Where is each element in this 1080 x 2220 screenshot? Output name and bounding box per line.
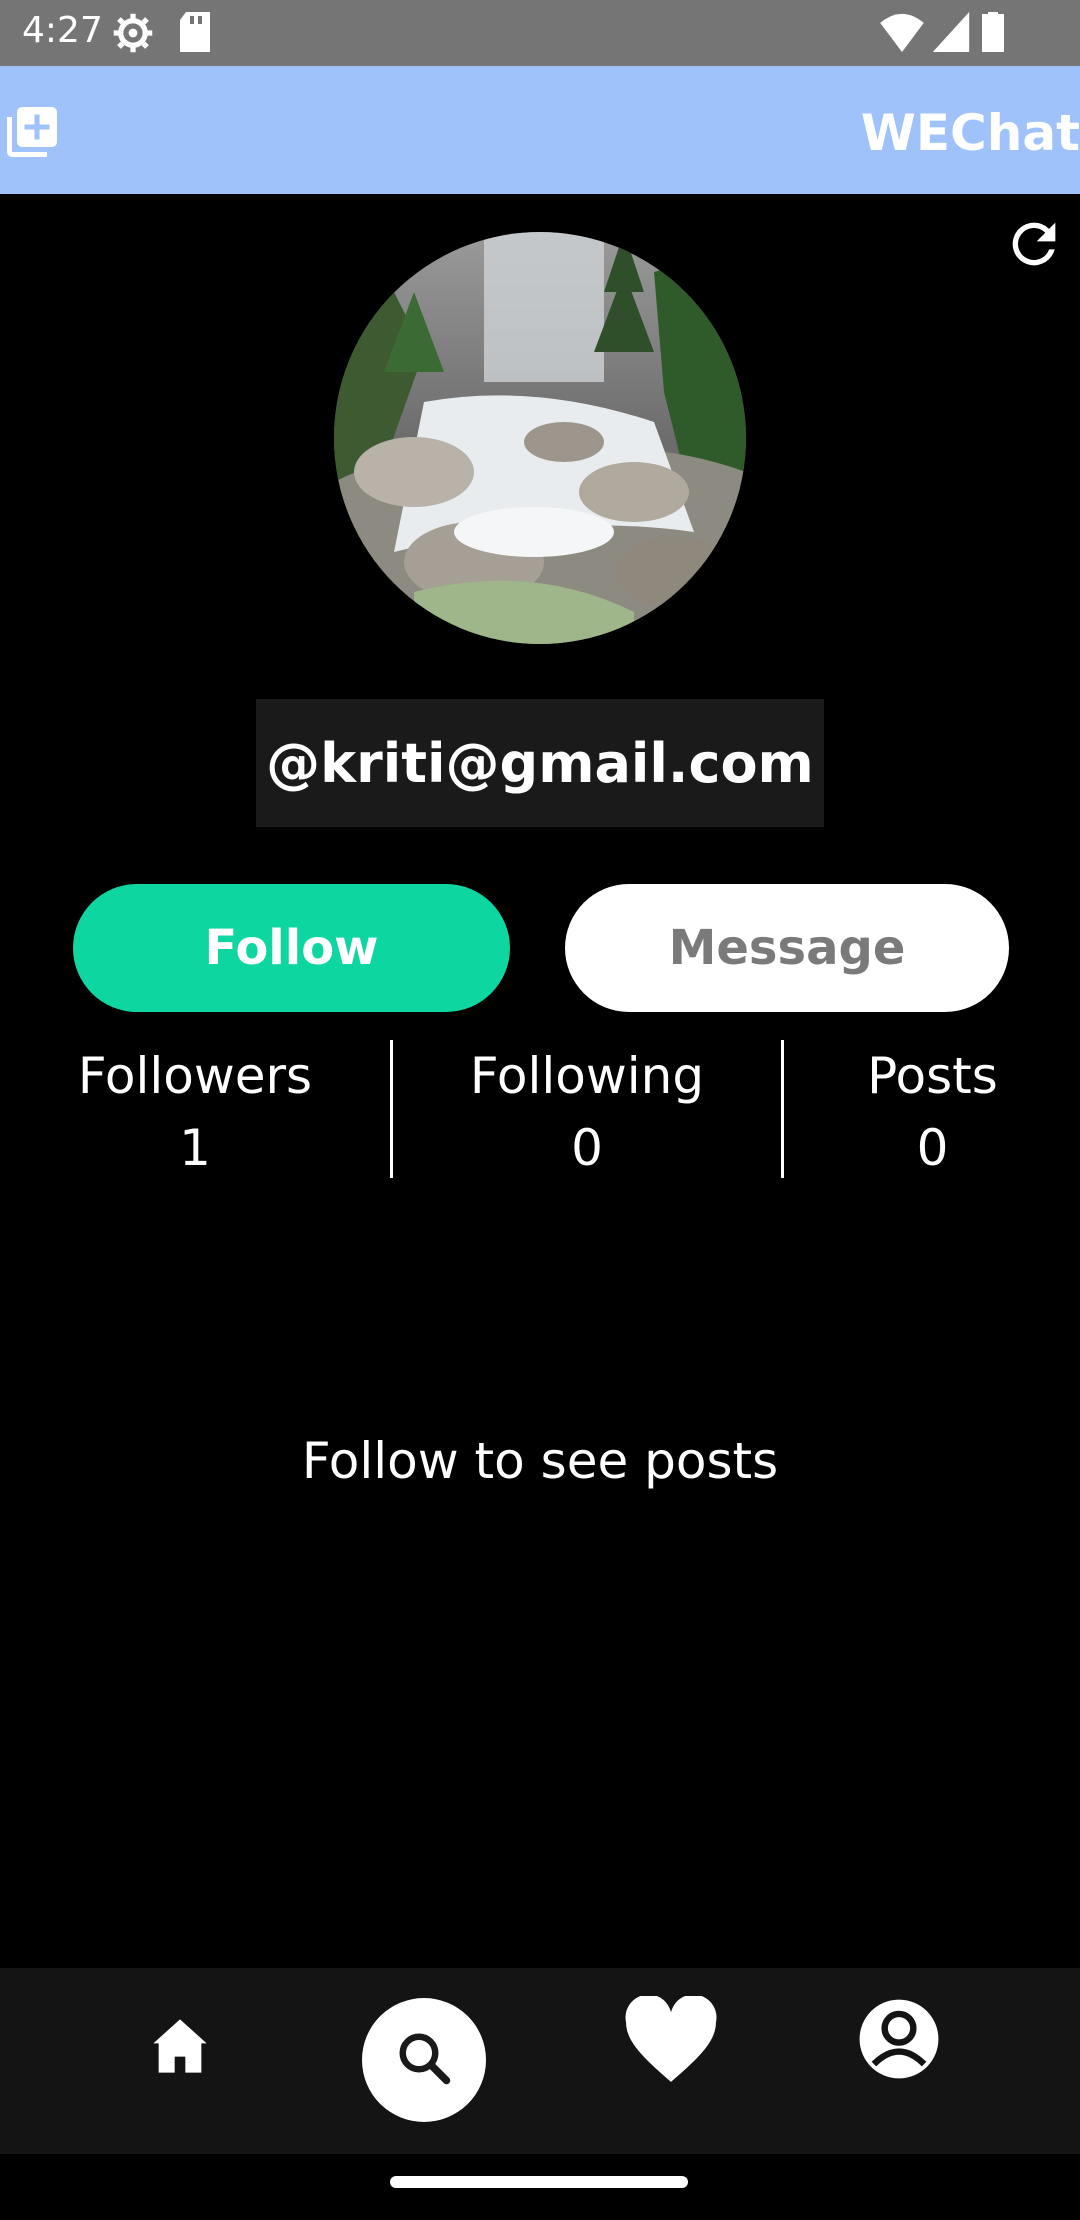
search-icon [394,2028,454,2093]
status-time: 4:27 [22,10,103,51]
add-post-icon[interactable] [2,102,62,162]
followers-label: Followers [77,1047,313,1105]
followers-count: 1 [179,1119,211,1177]
following-stat[interactable]: Following 0 [432,1040,742,1184]
signal-icon [932,12,970,57]
search-nav-button[interactable] [362,1998,486,2122]
profile-icon[interactable] [856,1996,942,2087]
sd-card-icon [180,12,210,57]
app-bar: WEChat [0,66,1080,194]
home-indicator[interactable] [390,2176,688,2188]
message-button[interactable]: Message [565,884,1009,1012]
stat-divider [390,1040,393,1178]
refresh-icon[interactable] [1002,212,1066,276]
follow-button[interactable]: Follow [73,884,510,1012]
username-label: @kriti@gmail.com [256,699,824,827]
gesture-bar [0,2154,1080,2220]
bottom-nav [0,1968,1080,2154]
posts-label: Posts [867,1047,998,1105]
heart-icon[interactable] [622,1994,720,2091]
battery-icon [982,12,1004,57]
followers-stat[interactable]: Followers 1 [40,1040,350,1184]
status-bar: 4:27 [0,0,1080,66]
settings-icon [112,12,154,59]
posts-stat[interactable]: Posts 0 [820,1040,1045,1184]
wifi-icon [880,12,924,57]
stat-divider [781,1040,784,1178]
avatar [334,232,746,644]
empty-posts-message: Follow to see posts [301,1432,779,1490]
home-icon[interactable] [148,2014,212,2083]
app-title: WEChat [860,104,1080,162]
following-count: 0 [571,1119,603,1177]
posts-count: 0 [916,1119,949,1177]
following-label: Following [469,1047,705,1105]
